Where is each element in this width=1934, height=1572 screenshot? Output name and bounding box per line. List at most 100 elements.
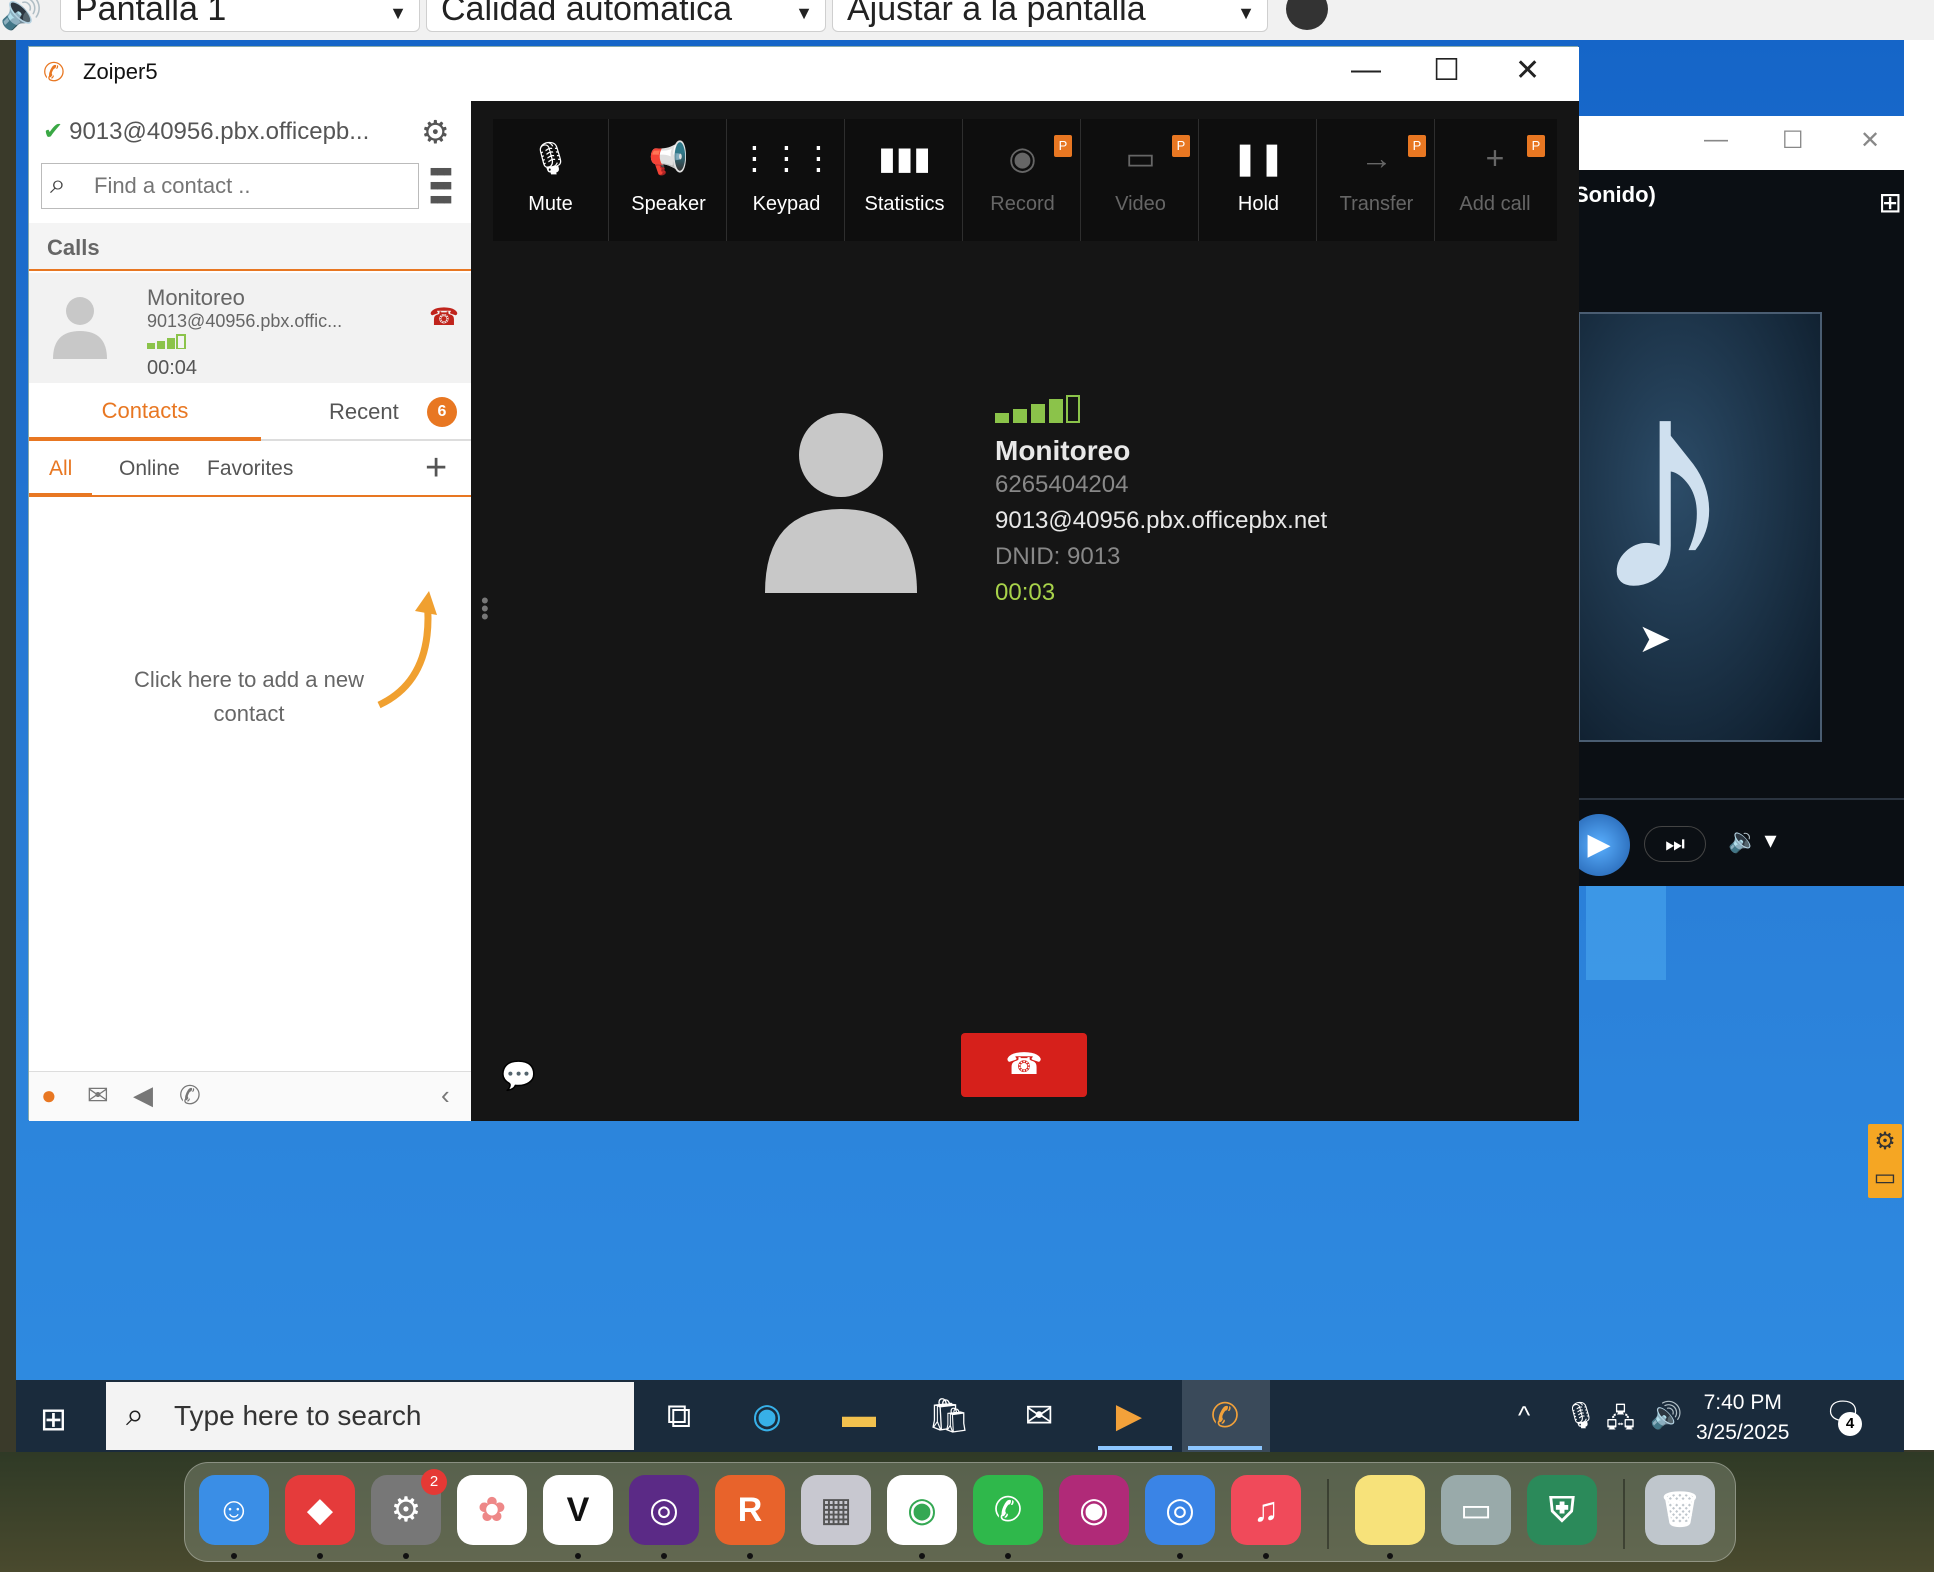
avatar-icon bbox=[53, 297, 107, 359]
toolbar-mute-button[interactable]: 🎙 Mute bbox=[493, 119, 609, 241]
next-icon[interactable]: ⏭ bbox=[1644, 826, 1706, 862]
call-list-item[interactable]: Monitoreo 9013@40956.pbx.offic... 00:04 … bbox=[29, 273, 471, 383]
notification-count: 4 bbox=[1838, 1412, 1862, 1436]
notes-icon[interactable] bbox=[1355, 1475, 1425, 1545]
chrome-icon[interactable]: ◉ bbox=[887, 1475, 957, 1545]
hangup-button[interactable]: ☎ bbox=[961, 1033, 1087, 1097]
running-dot bbox=[317, 1553, 323, 1559]
itunes-icon[interactable]: ♫ bbox=[1231, 1475, 1301, 1545]
remote-tools-widget[interactable]: ⚙ ▭ bbox=[1868, 1124, 1902, 1198]
minimize-icon[interactable]: — bbox=[1704, 126, 1728, 154]
chevron-down-icon: ▼ bbox=[795, 3, 813, 23]
running-dot bbox=[575, 1553, 581, 1559]
maximize-icon[interactable]: ☐ bbox=[1782, 126, 1804, 155]
file-explorer-icon[interactable]: ▬ bbox=[836, 1394, 882, 1438]
photos-icon[interactable]: ✿ bbox=[457, 1475, 527, 1545]
vectorworks-icon[interactable]: V bbox=[543, 1475, 613, 1545]
tab-contacts[interactable]: Contacts bbox=[29, 385, 261, 441]
mail-icon[interactable]: ✉ bbox=[1016, 1394, 1062, 1438]
preview-icon[interactable]: ▭ bbox=[1441, 1475, 1511, 1545]
statistics-icon: ▮▮▮ bbox=[878, 140, 931, 176]
toolbar-transfer-button[interactable]: → Transfer P bbox=[1319, 119, 1435, 241]
taskbar-search[interactable]: ⌕ Type here to search bbox=[106, 1382, 634, 1450]
speaker-icon[interactable]: ◀ bbox=[133, 1080, 153, 1111]
call-settings-icon[interactable]: ✆ bbox=[179, 1080, 201, 1111]
edge-icon[interactable]: ◉ bbox=[744, 1394, 790, 1438]
launchpad-icon[interactable]: ▦ bbox=[801, 1475, 871, 1545]
remote-toolbar: 🔊 Pantalla 1 ▼ Calidad automática ▼ Ajusta… bbox=[0, 0, 1934, 40]
running-dot bbox=[403, 1553, 409, 1559]
windows-start-icon[interactable]: ⊞ bbox=[40, 1400, 67, 1438]
add-contact-hint[interactable]: Click here to add a new contact bbox=[129, 663, 369, 731]
speaker-icon[interactable]: 🔊 bbox=[0, 0, 42, 32]
finder-icon[interactable]: ☺ bbox=[199, 1475, 269, 1545]
hangup-icon[interactable]: ☎ bbox=[429, 303, 459, 332]
volume-icon[interactable]: 🔉 ▾ bbox=[1728, 826, 1777, 855]
chat-icon[interactable]: 💬 bbox=[501, 1059, 536, 1092]
media-player-window[interactable]: — ☐ ✕ Sonido) ⊞ ♪ ▶ ⏭ 🔉 ▾ bbox=[1568, 116, 1904, 886]
tab-recent[interactable]: Recent bbox=[329, 399, 399, 425]
account-name: 9013@40956.pbx.officepb... bbox=[69, 118, 370, 145]
add-contact-icon[interactable]: + bbox=[425, 447, 447, 490]
toolbar-statistics-button[interactable]: ▮▮▮ Statistics bbox=[847, 119, 963, 241]
filter-all[interactable]: All bbox=[29, 457, 93, 497]
gear-icon[interactable]: ⚙ bbox=[421, 113, 450, 151]
toolbar-speaker-button[interactable]: 📢 Speaker bbox=[611, 119, 727, 241]
trash-icon[interactable]: 🗑 bbox=[1645, 1475, 1715, 1545]
chevron-up-icon[interactable]: ^ bbox=[1518, 1400, 1530, 1431]
toolbar-video-button[interactable]: ▭ Video P bbox=[1083, 119, 1199, 241]
pro-badge: P bbox=[1054, 135, 1072, 157]
resize-handle[interactable]: • • • bbox=[481, 590, 489, 628]
network-icon[interactable]: 🖧 bbox=[1606, 1400, 1635, 1444]
search-input[interactable] bbox=[94, 170, 404, 202]
clock-date: 3/25/2025 bbox=[1696, 1421, 1790, 1444]
toolbar-record-button[interactable]: ◉ Record P bbox=[965, 119, 1081, 241]
gear-icon[interactable]: ⚙ bbox=[1868, 1124, 1902, 1160]
info-icon[interactable] bbox=[1286, 0, 1328, 30]
toolbar-hold-button[interactable]: ❚❚ Hold bbox=[1201, 119, 1317, 241]
toolbar-label: Statistics bbox=[864, 193, 945, 215]
music-app-icon[interactable]: ◉ bbox=[1059, 1475, 1129, 1545]
quality-select[interactable]: Calidad automática ▼ bbox=[426, 0, 826, 32]
rss-reader-icon[interactable]: R bbox=[715, 1475, 785, 1545]
keypad-icon: ⋮⋮⋮ bbox=[738, 140, 835, 176]
caller-number: 6265404204 bbox=[995, 471, 1129, 498]
filter-online[interactable]: Online bbox=[119, 457, 180, 481]
dialpad-icon[interactable]: ▪▪▪ ▪▪▪ ▪▪▪ bbox=[429, 157, 463, 215]
toolbar-keypad-button[interactable]: ⋮⋮⋮ Keypad bbox=[729, 119, 845, 241]
display-select-value: Pantalla 1 bbox=[75, 0, 227, 28]
maximize-icon[interactable]: ☐ bbox=[1433, 53, 1460, 88]
account-status[interactable]: ✔ 9013@40956.pbx.officepb... bbox=[43, 117, 413, 146]
switch-view-icon[interactable]: ⊞ bbox=[1879, 186, 1902, 219]
volume-icon[interactable]: 🔊 bbox=[1650, 1400, 1682, 1431]
system-settings-icon[interactable]: ⚙ 2 bbox=[371, 1469, 447, 1545]
filter-favorites[interactable]: Favorites bbox=[207, 457, 293, 481]
store-icon[interactable]: 🛍 bbox=[926, 1394, 972, 1438]
call-name: Monitoreo bbox=[147, 285, 245, 310]
monitor-icon[interactable]: ▭ bbox=[1868, 1160, 1902, 1196]
toolbar-add-call-button[interactable]: + Add call P bbox=[1437, 119, 1553, 241]
media-player-app-icon[interactable]: ▶ bbox=[1106, 1394, 1152, 1438]
display-select[interactable]: Pantalla 1 ▼ bbox=[60, 0, 420, 32]
pause-icon: ❚❚ bbox=[1231, 140, 1286, 176]
close-icon[interactable]: ✕ bbox=[1860, 126, 1880, 155]
quality-select-value: Calidad automática bbox=[441, 0, 733, 28]
zoiper-app-icon[interactable]: ✆ bbox=[1202, 1394, 1248, 1438]
microphone-icon[interactable]: 🎙 bbox=[1564, 1400, 1597, 1431]
firefox-icon[interactable]: ◎ bbox=[629, 1475, 699, 1545]
search-icon: ⌕ bbox=[50, 168, 66, 199]
minimize-icon[interactable]: — bbox=[1351, 53, 1381, 87]
webcam-icon[interactable]: ◎ bbox=[1145, 1475, 1215, 1545]
close-icon[interactable]: ✕ bbox=[1515, 53, 1540, 88]
task-view-icon[interactable]: ⧉ bbox=[656, 1394, 702, 1438]
message-icon[interactable]: ✉ bbox=[87, 1080, 109, 1111]
vpn-shield-icon[interactable]: ⛨ bbox=[1527, 1475, 1597, 1545]
collapse-icon[interactable]: ‹ bbox=[441, 1080, 450, 1111]
anydesk-icon[interactable]: ◆ bbox=[285, 1475, 355, 1545]
fit-select[interactable]: Ajustar a la pantalla ▼ bbox=[832, 0, 1268, 32]
call-address: 9013@40956.pbx.offic... bbox=[147, 311, 343, 331]
system-clock[interactable]: 7:40 PM 3/25/2025 bbox=[1696, 1388, 1789, 1448]
notifications-icon[interactable]: 🗨4 bbox=[1824, 1396, 1862, 1436]
phone-icon[interactable]: ● bbox=[41, 1080, 57, 1111]
whatsapp-icon[interactable]: ✆ bbox=[973, 1475, 1043, 1545]
